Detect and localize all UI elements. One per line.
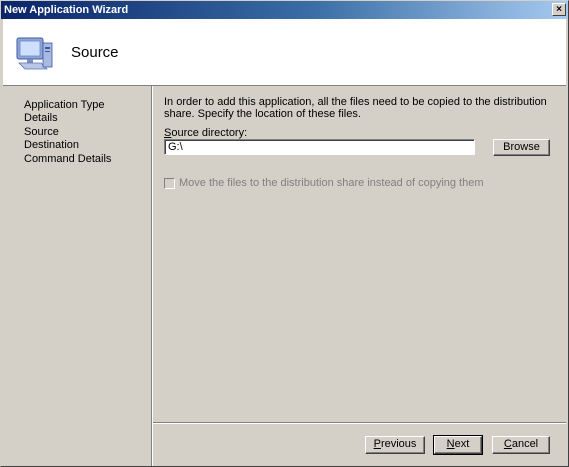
source-directory-input[interactable] (164, 139, 475, 155)
wizard-header: Source (3, 19, 566, 86)
move-files-checkbox[interactable] (164, 177, 175, 189)
sidebar-divider (151, 86, 152, 466)
source-directory-label: Source directory: (164, 127, 248, 139)
next-button[interactable]: Next (433, 435, 483, 455)
title-bar[interactable]: New Application Wizard × (1, 1, 568, 19)
move-files-checkbox-label: Move the files to the distribution share… (179, 177, 484, 189)
step-application-type: Application Type (24, 99, 105, 111)
previous-button[interactable]: Previous (365, 436, 425, 454)
step-source: Source (24, 125, 59, 138)
window-title: New Application Wizard (4, 4, 129, 16)
cancel-button[interactable]: Cancel (492, 436, 550, 454)
step-destination: Destination (24, 139, 80, 152)
wizard-window: New Application Wizard × Source Applicat… (0, 0, 569, 467)
computer-icon (16, 37, 53, 70)
step-details: Details (24, 112, 58, 125)
close-button[interactable]: × (552, 3, 566, 16)
instructions-text: In order to add this application, all th… (164, 96, 547, 120)
browse-button[interactable]: Browse (493, 139, 550, 156)
page-title: Source (71, 44, 119, 61)
close-icon: × (556, 3, 562, 15)
wizard-steps-sidebar: Application Type Details Source Destinat… (3, 86, 153, 466)
footer-divider (153, 422, 566, 424)
move-files-checkbox-row[interactable]: Move the files to the distribution share… (164, 177, 484, 189)
source-page-content: In order to add this application, all th… (153, 86, 566, 422)
step-command-details: Command Details (24, 152, 112, 165)
